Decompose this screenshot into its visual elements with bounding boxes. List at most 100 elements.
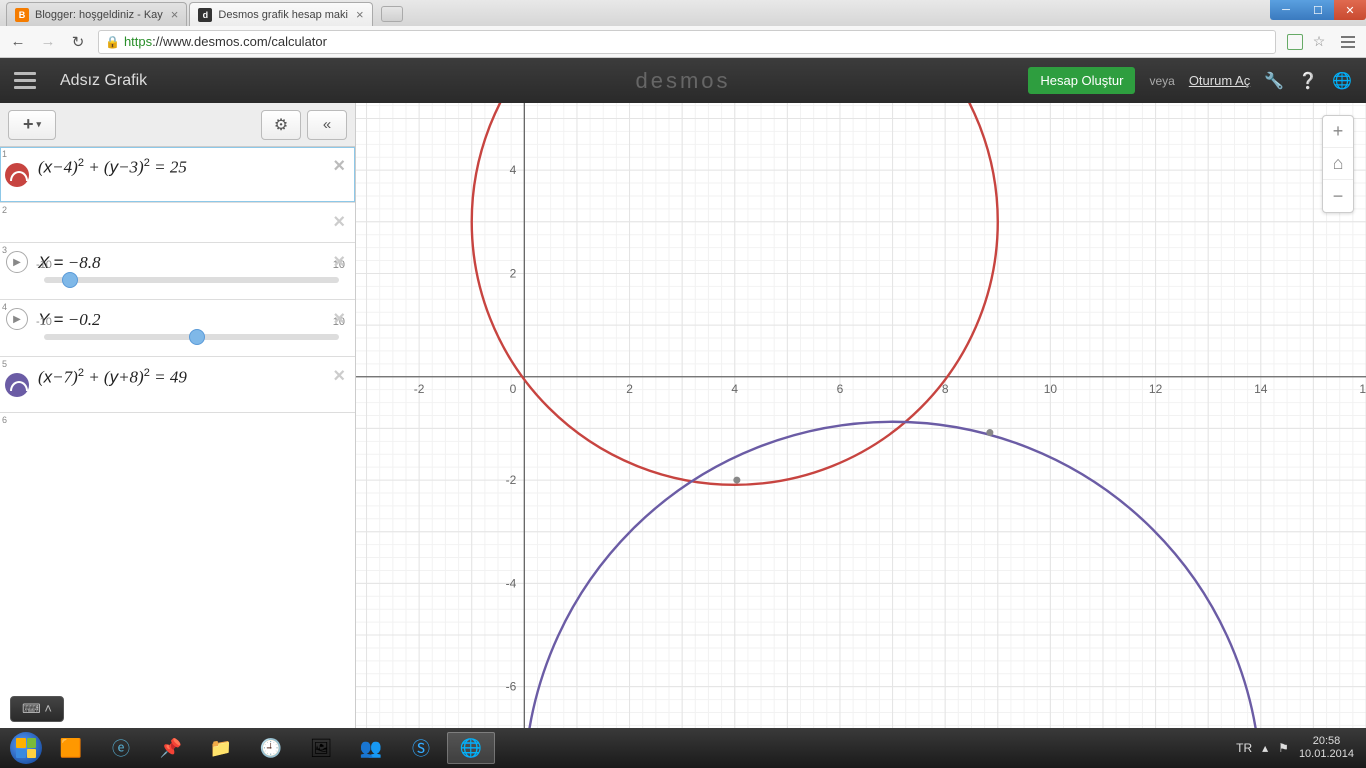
close-tab-icon[interactable]: × [356,7,364,22]
tray-up-icon[interactable]: ▴ [1262,741,1268,755]
expression-input[interactable] [34,413,355,453]
url-scheme: https [124,34,152,49]
share-icon[interactable]: 🌐 [1332,71,1352,91]
window-close-button[interactable]: ✕ [1334,0,1366,20]
menu-button[interactable] [14,72,36,89]
bookmark-star-icon[interactable]: ☆ [1310,33,1328,51]
svg-text:4: 4 [510,163,517,177]
expression-row[interactable]: 4▶ Y = −0.2 × -1010 [0,300,355,357]
browser-tab-strip: B Blogger: hoşgeldiniz - Kay × d Desmos … [0,0,1366,26]
login-link[interactable]: Oturum Aç [1189,73,1250,88]
tab-title: Desmos grafik hesap maki [218,9,348,21]
taskbar-skype-icon[interactable]: Ⓢ [397,732,445,764]
zoom-in-button[interactable]: + [1323,116,1353,148]
svg-text:16: 16 [1359,382,1366,396]
svg-text:4: 4 [731,382,738,396]
slider-thumb[interactable] [189,329,205,345]
taskbar-msn-icon[interactable]: 👥 [347,732,395,764]
svg-text:-4: -4 [506,576,517,590]
slider-track[interactable] [44,334,339,340]
window-minimize-button[interactable]: ─ [1270,0,1302,20]
slider-min[interactable]: -10 [36,316,52,328]
blogger-favicon: B [15,8,29,22]
new-tab-button[interactable] [381,6,403,22]
expression-row[interactable]: 5 (x−7)2 + (y+8)2 = 49 × [0,357,355,413]
expression-row[interactable]: 3▶ X = −8.8 × -1010 [0,243,355,300]
zoom-home-button[interactable]: ⌂ [1323,148,1353,180]
expression-input[interactable] [34,203,355,242]
expression-row[interactable]: 2× [0,203,355,243]
slider-thumb[interactable] [62,272,78,288]
expression-row[interactable]: 1 (x−4)2 + (y−3)2 = 25 × [0,147,355,203]
help-icon[interactable]: ❔ [1298,71,1318,91]
or-text: veya [1149,74,1174,88]
expression-input[interactable]: (x−4)2 + (y−3)2 = 25 [34,147,355,202]
expression-input[interactable]: X = −8.8 [34,243,355,281]
url-path: ://www.desmos.com/calculator [152,34,327,49]
chrome-menu-button[interactable] [1338,36,1358,48]
tray-clock[interactable]: 20:58 10.01.2014 [1299,735,1354,761]
slider-container: -1010 [0,338,355,356]
delete-row-icon[interactable]: × [333,211,345,234]
browser-address-bar: ← → ↻ 🔒 https://www.desmos.com/calculato… [0,26,1366,58]
taskbar-pin-icon[interactable]: 📌 [147,732,195,764]
settings-button[interactable]: ⚙ [261,110,301,140]
row-number: 5 [2,359,7,369]
svg-text:10: 10 [1044,382,1058,396]
start-button[interactable] [6,728,46,768]
expression-row[interactable]: 6 [0,413,355,453]
tray-time: 20:58 [1299,735,1354,748]
keyboard-toggle-button[interactable]: ⌨ ˄ [10,696,64,722]
main-area: +▾ ⚙ « 1 (x−4)2 + (y−3)2 = 25 ×2×3▶ X = … [0,103,1366,728]
close-tab-icon[interactable]: × [171,7,179,22]
taskbar-explorer-icon[interactable]: 📁 [197,732,245,764]
forward-button[interactable]: → [38,32,58,52]
window-maximize-button[interactable]: ☐ [1302,0,1334,20]
tray-date: 10.01.2014 [1299,748,1354,761]
expression-sidebar: +▾ ⚙ « 1 (x−4)2 + (y−3)2 = 25 ×2×3▶ X = … [0,103,356,728]
browser-tab-blogger[interactable]: B Blogger: hoşgeldiniz - Kay × [6,2,187,26]
reload-button[interactable]: ↻ [68,32,88,52]
abp-shield-icon[interactable] [1286,33,1304,51]
taskbar-mediaplayer-icon[interactable]: 🟧 [47,732,95,764]
delete-row-icon[interactable]: × [333,155,345,178]
url-input[interactable]: 🔒 https://www.desmos.com/calculator [98,30,1276,54]
slider-min[interactable]: -10 [36,259,52,271]
svg-text:12: 12 [1149,382,1163,396]
svg-text:2: 2 [510,266,517,280]
browser-tab-desmos[interactable]: d Desmos grafik hesap maki × [189,2,372,26]
svg-text:-6: -6 [506,680,517,694]
add-expression-button[interactable]: +▾ [8,110,56,140]
graph-canvas[interactable]: -2246810121416-6-4-2240 + ⌂ − [356,103,1366,728]
system-tray: TR ▴ ⚑ 20:58 10.01.2014 [1236,735,1360,761]
tray-lang[interactable]: TR [1236,741,1252,755]
slider-container: -1010 [0,281,355,299]
taskbar-clock-icon[interactable]: 🕘 [247,732,295,764]
slider-track[interactable] [44,277,339,283]
wrench-icon[interactable]: 🔧 [1264,71,1284,91]
taskbar-app1-icon[interactable]: 🖼 [297,732,345,764]
tray-flag-icon[interactable]: ⚑ [1278,741,1289,755]
svg-text:6: 6 [837,382,844,396]
zoom-controls: + ⌂ − [1322,115,1354,213]
delete-row-icon[interactable]: × [333,251,345,274]
row-number: 3 [2,245,7,255]
row-number: 1 [2,149,7,159]
sidebar-toolbar: +▾ ⚙ « [0,103,355,147]
app-header: Adsız Grafik desmos Hesap Oluştur veya O… [0,58,1366,103]
delete-row-icon[interactable]: × [333,365,345,388]
create-account-button[interactable]: Hesap Oluştur [1028,67,1135,94]
svg-text:-2: -2 [414,382,425,396]
collapse-sidebar-button[interactable]: « [307,110,347,140]
graph-svg: -2246810121416-6-4-2240 [356,103,1366,728]
taskbar-ie-icon[interactable]: ⓔ [97,732,145,764]
graph-title[interactable]: Adsız Grafik [60,72,147,90]
windows-taskbar: 🟧 ⓔ 📌 📁 🕘 🖼 👥 Ⓢ 🌐 TR ▴ ⚑ 20:58 10.01.201… [0,728,1366,768]
expression-input[interactable]: (x−7)2 + (y+8)2 = 49 [34,357,355,412]
delete-row-icon[interactable]: × [333,308,345,331]
row-number: 6 [2,415,7,425]
taskbar-chrome-icon[interactable]: 🌐 [447,732,495,764]
svg-text:-2: -2 [506,473,517,487]
back-button[interactable]: ← [8,32,28,52]
zoom-out-button[interactable]: − [1323,180,1353,212]
